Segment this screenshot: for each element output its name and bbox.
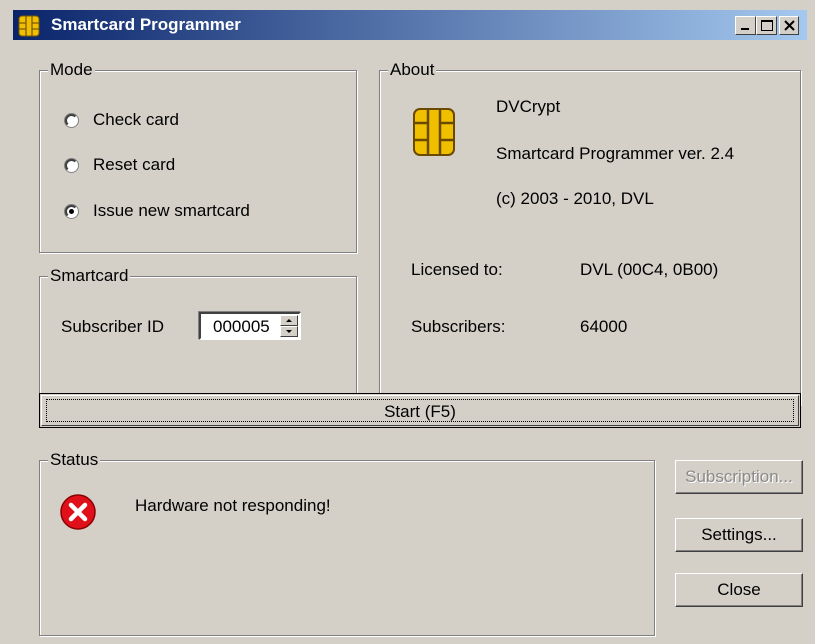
about-version: Smartcard Programmer ver. 2.4 (496, 144, 735, 163)
status-group-label: Status (48, 450, 101, 470)
app-window: Smartcard Programmer Mode Check card Res… (0, 0, 815, 644)
start-button-label: Start (F5) (384, 402, 456, 421)
radio-reset-card-label[interactable]: Reset card (93, 155, 175, 175)
close-button[interactable]: Close (675, 573, 803, 607)
smartcard-group: Smartcard (39, 266, 357, 405)
radio-check-card-label[interactable]: Check card (93, 110, 179, 130)
subscribers-label: Subscribers: (411, 317, 506, 336)
subscription-button[interactable]: Subscription... (675, 460, 803, 494)
start-button[interactable]: Start (F5) (39, 393, 801, 428)
radio-check-card[interactable] (65, 114, 78, 127)
smartcard-group-label: Smartcard (48, 266, 131, 286)
minimize-icon (741, 28, 749, 30)
window-title: Smartcard Programmer (51, 15, 241, 34)
about-group-label: About (388, 60, 437, 80)
window-right-edge (807, 0, 815, 644)
maximize-icon (761, 20, 773, 31)
close-window-button[interactable] (779, 16, 799, 35)
arrow-up-icon (286, 319, 292, 322)
maximize-button[interactable] (756, 16, 777, 35)
licensed-to-value: DVL (00C4, 0B00) (580, 260, 719, 279)
dialog-client-area: Mode Check card Reset card Issue new sma… (1, 40, 815, 644)
close-icon (784, 20, 795, 31)
smartcard-chip-icon (18, 15, 40, 37)
title-bar[interactable]: Smartcard Programmer (13, 10, 815, 40)
about-copyright: (c) 2003 - 2010, DVL (496, 189, 654, 208)
status-group: Status (39, 450, 655, 636)
radio-reset-card[interactable] (65, 159, 78, 172)
smartcard-chip-icon (413, 108, 455, 156)
subscriber-id-value[interactable]: 000005 (213, 317, 270, 337)
radio-issue-new-smartcard[interactable] (65, 205, 78, 218)
about-product-name: DVCrypt (496, 97, 561, 116)
mode-group: Mode (39, 60, 357, 253)
spinner-down-button[interactable] (280, 326, 298, 337)
minimize-button[interactable] (735, 16, 756, 35)
status-message: Hardware not responding! (135, 496, 331, 515)
subscribers-value: 64000 (580, 317, 628, 336)
spinner-up-button[interactable] (280, 315, 298, 326)
subscriber-id-label: Subscriber ID (61, 317, 164, 336)
error-icon (60, 494, 96, 530)
start-button-face: Start (F5) (41, 395, 799, 426)
radio-issue-new-smartcard-label[interactable]: Issue new smartcard (93, 201, 250, 221)
settings-button[interactable]: Settings... (675, 518, 803, 552)
arrow-down-icon (286, 330, 292, 333)
subscriber-id-spinner[interactable]: 000005 (199, 312, 301, 340)
mode-group-label: Mode (48, 60, 95, 80)
radio-selected-dot (69, 209, 74, 214)
licensed-to-label: Licensed to: (411, 260, 503, 279)
